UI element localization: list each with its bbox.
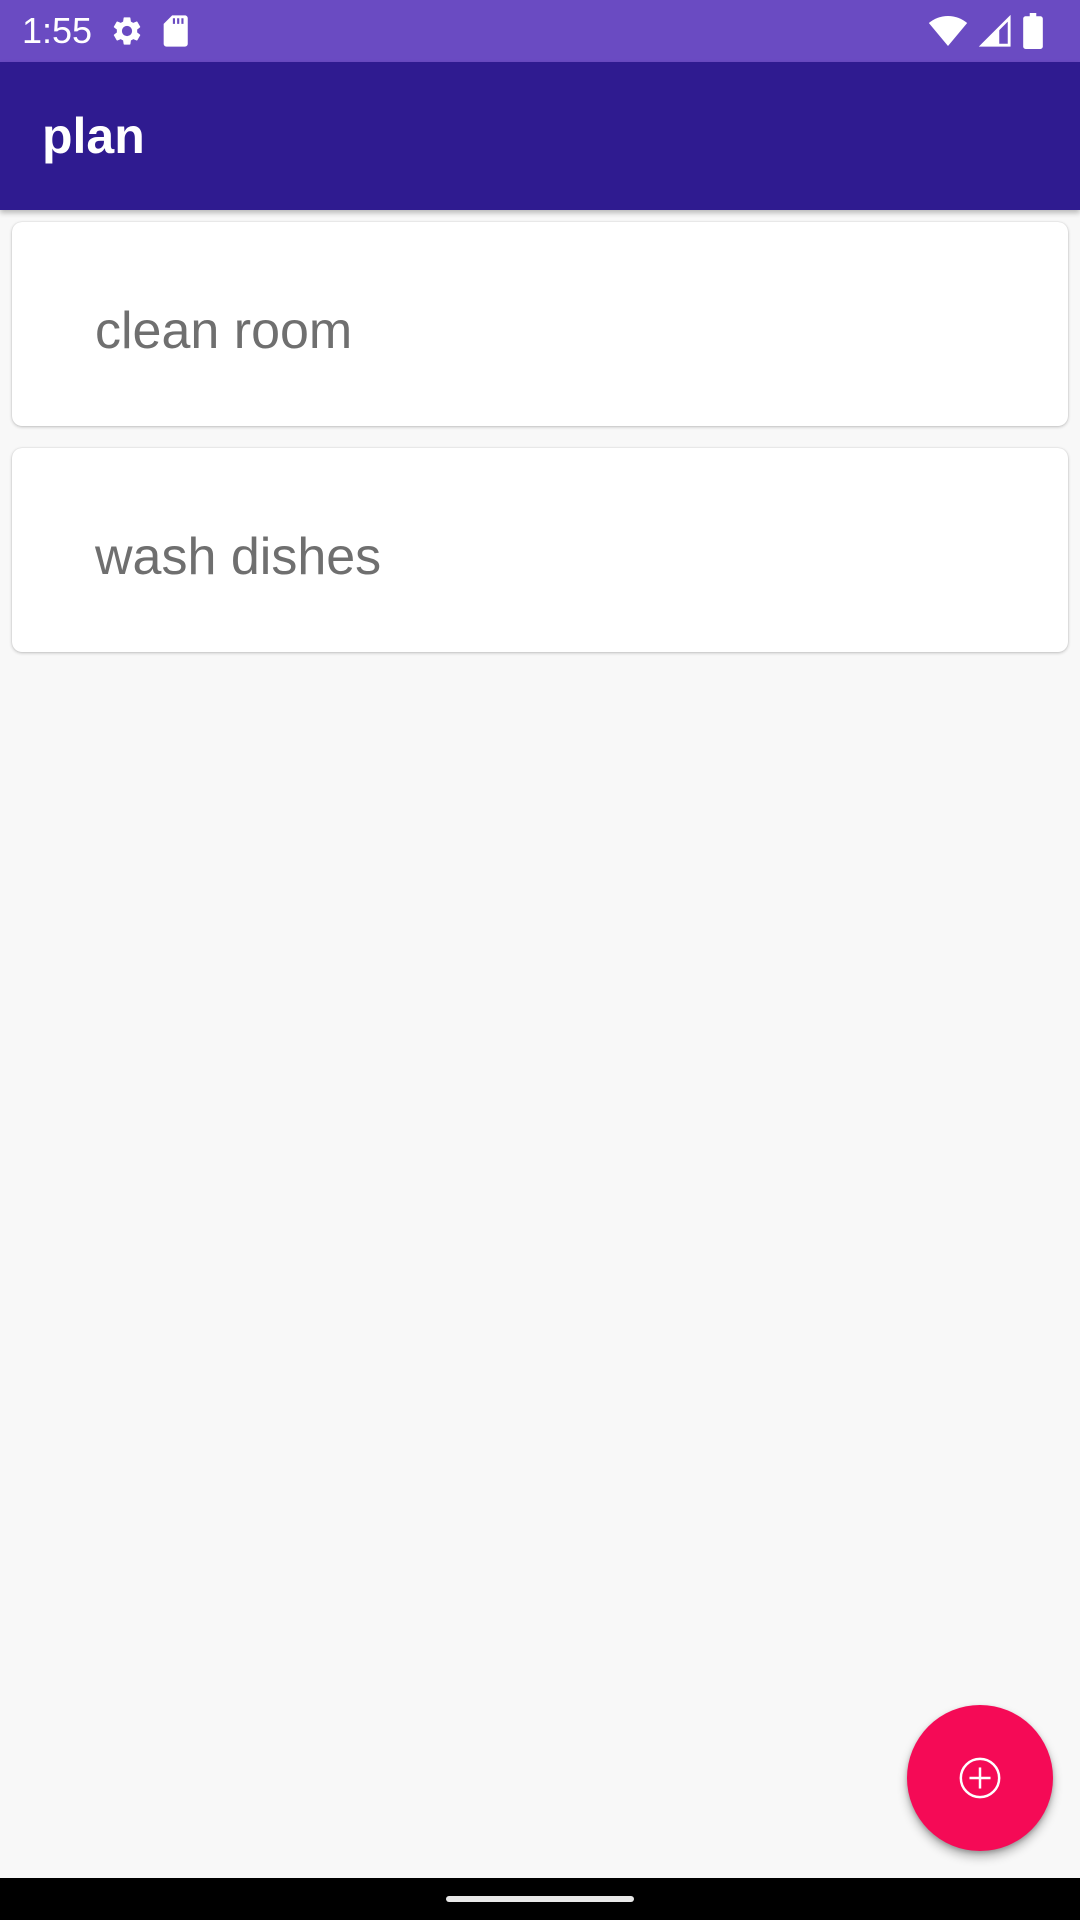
task-label: wash dishes xyxy=(95,528,382,586)
battery-icon xyxy=(1023,13,1043,49)
navigation-bar xyxy=(0,1878,1080,1920)
status-bar: 1:55 xyxy=(0,0,1080,62)
list-item[interactable]: wash dishes xyxy=(12,448,1068,652)
task-label: clean room xyxy=(95,302,353,360)
signal-icon xyxy=(978,14,1011,47)
list-item[interactable]: clean room xyxy=(12,222,1068,426)
home-handle[interactable] xyxy=(446,1896,634,1902)
app-bar: plan xyxy=(0,62,1080,210)
screen: 1:55 plan clean room wash dishes xyxy=(0,0,1080,1920)
page-title: plan xyxy=(42,108,145,164)
status-left-icons xyxy=(110,14,206,48)
status-time: 1:55 xyxy=(22,10,93,51)
add-circle-icon xyxy=(959,1757,1001,1799)
sd-card-icon xyxy=(163,15,188,47)
gear-icon xyxy=(113,17,141,45)
task-list: clean room wash dishes xyxy=(12,222,1068,674)
status-right-icons xyxy=(918,13,1044,49)
add-task-button[interactable] xyxy=(907,1705,1053,1851)
wifi-icon xyxy=(928,16,968,46)
